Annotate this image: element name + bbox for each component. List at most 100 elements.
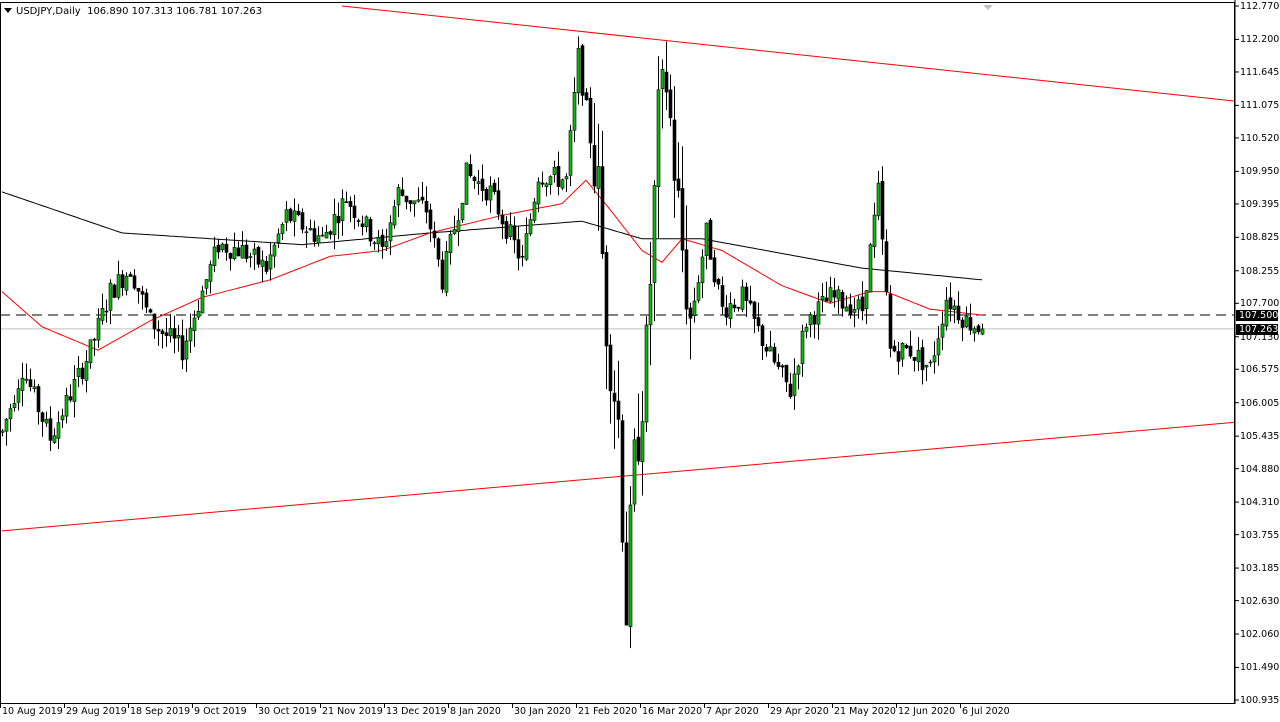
collapse-triangle-icon[interactable] [4, 8, 12, 13]
candle[interactable] [376, 229, 381, 253]
candle[interactable] [696, 275, 701, 304]
candle[interactable] [232, 232, 237, 261]
candle[interactable] [352, 194, 357, 230]
candle[interactable] [528, 213, 533, 237]
candle[interactable] [620, 414, 625, 552]
candle[interactable] [188, 313, 193, 353]
candle[interactable] [64, 387, 69, 424]
candle[interactable] [56, 411, 61, 449]
candle[interactable] [736, 306, 741, 312]
candle[interactable] [416, 187, 421, 203]
candle[interactable] [832, 277, 837, 308]
candle[interactable] [328, 230, 333, 240]
candle[interactable] [252, 242, 257, 270]
candle[interactable] [980, 323, 985, 336]
candle[interactable] [940, 311, 945, 351]
candle[interactable] [96, 308, 101, 348]
candle[interactable] [368, 216, 373, 247]
candle[interactable] [888, 285, 893, 358]
trendline-lower-support[interactable] [1, 421, 1236, 532]
candle[interactable] [348, 196, 353, 223]
candle[interactable] [868, 242, 873, 293]
candle[interactable] [4, 417, 9, 446]
candle[interactable] [44, 411, 49, 427]
candle[interactable] [132, 269, 137, 290]
candle[interactable] [884, 229, 889, 296]
chart-shift-marker[interactable] [983, 5, 993, 10]
candle[interactable] [872, 202, 877, 259]
candle[interactable] [640, 391, 645, 496]
candle[interactable] [820, 283, 825, 313]
candle[interactable] [24, 363, 29, 384]
candle[interactable] [152, 313, 157, 339]
candle[interactable] [48, 406, 53, 452]
moving-average-slow[interactable] [1, 191, 983, 281]
candle[interactable] [200, 285, 205, 314]
trendlines[interactable] [1, 5, 1236, 532]
candle[interactable] [836, 285, 841, 314]
candle[interactable] [532, 198, 537, 224]
candle[interactable] [288, 207, 293, 223]
candle[interactable] [728, 292, 733, 328]
candle[interactable] [624, 511, 629, 626]
candle[interactable] [0, 429, 5, 437]
candle[interactable] [724, 295, 729, 326]
candle[interactable] [668, 74, 673, 127]
candle[interactable] [372, 241, 377, 251]
candle[interactable] [556, 151, 561, 196]
candle[interactable] [676, 142, 681, 198]
candle[interactable] [804, 323, 809, 339]
candle[interactable] [648, 241, 653, 366]
candle[interactable] [628, 486, 633, 649]
candle[interactable] [584, 88, 589, 101]
candle[interactable] [664, 41, 669, 110]
candle[interactable] [924, 364, 929, 382]
candle[interactable] [492, 179, 497, 195]
candle[interactable] [320, 227, 325, 237]
candle[interactable] [560, 178, 565, 191]
candle[interactable] [784, 364, 789, 392]
candle[interactable] [900, 342, 905, 367]
candle[interactable] [944, 287, 949, 331]
candle[interactable] [756, 302, 761, 332]
candle[interactable] [116, 260, 121, 300]
candle[interactable] [680, 146, 685, 273]
candle[interactable] [712, 249, 717, 287]
candle[interactable] [340, 189, 345, 236]
candle[interactable] [520, 244, 525, 267]
candle[interactable] [168, 313, 173, 343]
candle[interactable] [160, 328, 165, 349]
candle[interactable] [356, 218, 361, 227]
candle[interactable] [408, 200, 413, 212]
candle[interactable] [768, 330, 773, 352]
candle[interactable] [792, 358, 797, 410]
candle[interactable] [172, 315, 177, 354]
candle[interactable] [448, 230, 453, 265]
candle[interactable] [260, 250, 265, 283]
candle[interactable] [120, 270, 125, 296]
candle[interactable] [700, 249, 705, 299]
candle[interactable] [296, 203, 301, 217]
candle[interactable] [968, 303, 973, 335]
candle[interactable] [308, 219, 313, 231]
candle[interactable] [84, 350, 89, 393]
candle[interactable] [264, 256, 269, 275]
candle[interactable] [660, 59, 665, 129]
candle[interactable] [920, 339, 925, 385]
candle[interactable] [744, 282, 749, 317]
candle[interactable] [732, 298, 737, 313]
candle[interactable] [776, 353, 781, 370]
candle[interactable] [220, 242, 225, 253]
candle[interactable] [476, 170, 481, 195]
candle[interactable] [268, 241, 273, 281]
candle[interactable] [388, 215, 393, 256]
candle[interactable] [576, 36, 581, 105]
candle[interactable] [76, 356, 81, 388]
candle[interactable] [8, 403, 13, 432]
candle[interactable] [444, 241, 449, 297]
candle[interactable] [740, 279, 745, 313]
candle[interactable] [956, 291, 961, 324]
candle[interactable] [484, 187, 489, 206]
candle[interactable] [904, 343, 909, 349]
candle[interactable] [184, 328, 189, 372]
